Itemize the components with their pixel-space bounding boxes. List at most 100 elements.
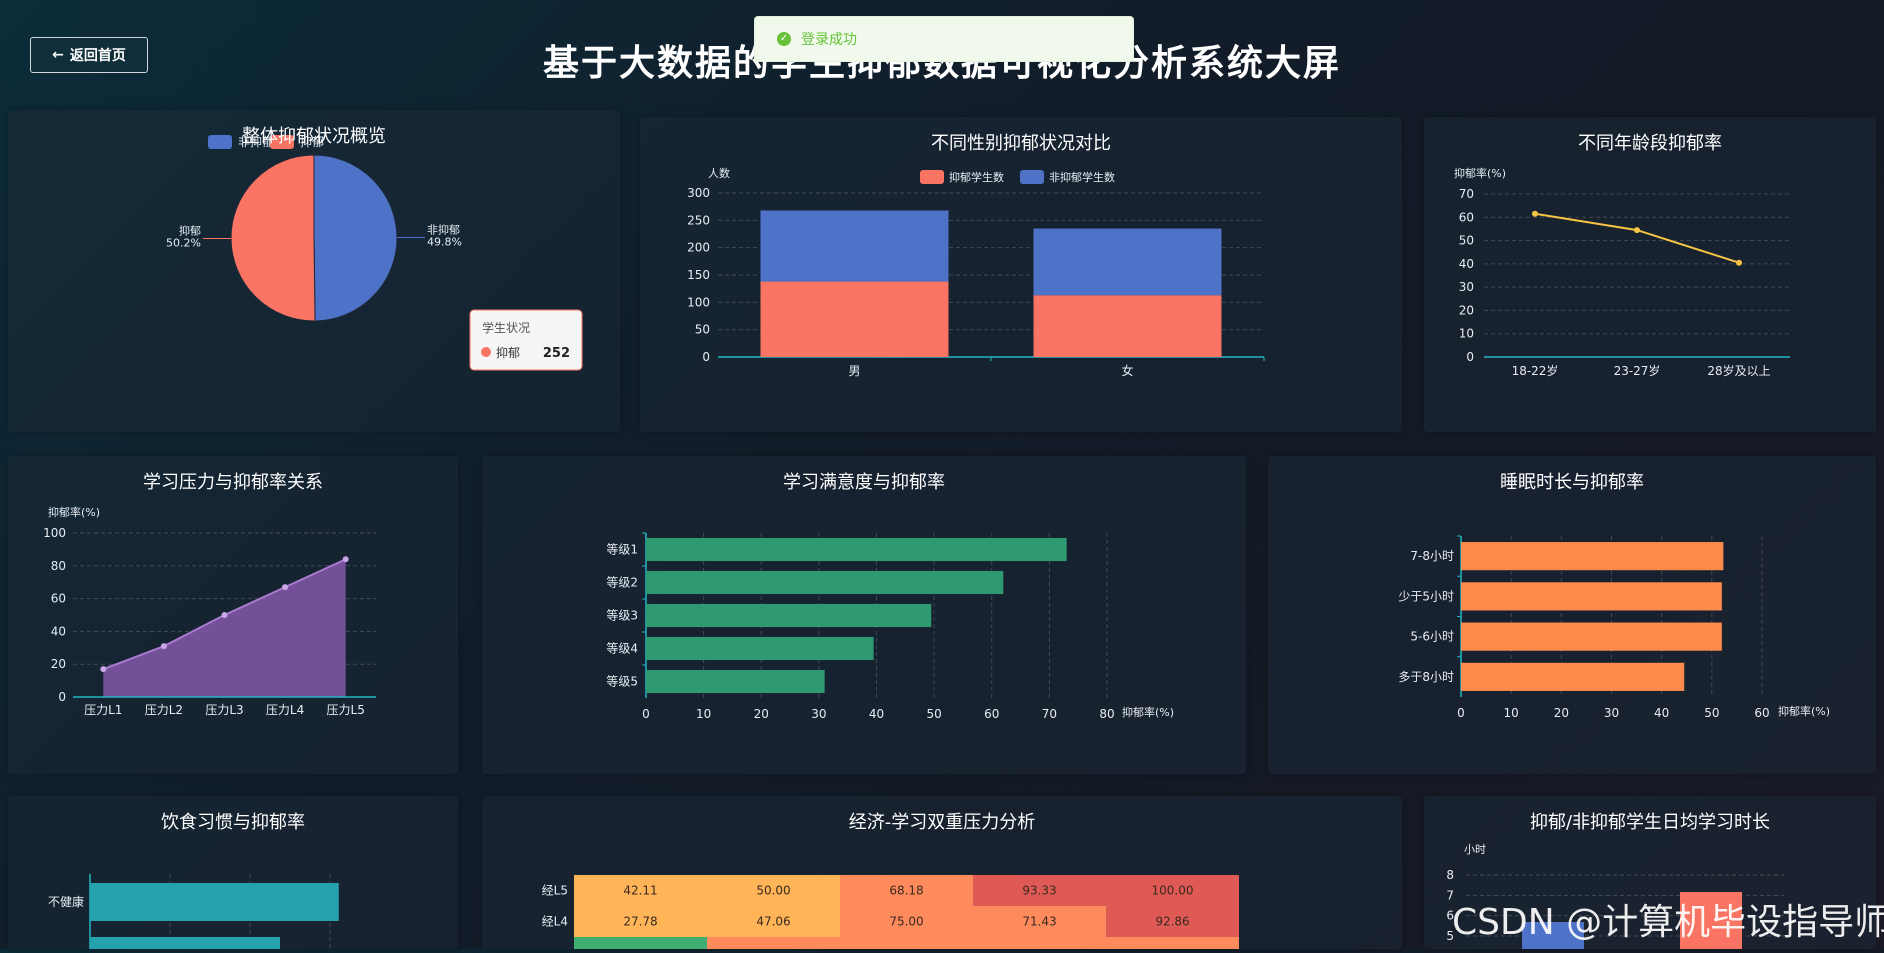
bar [1461,582,1722,610]
pie-slice-2 [231,155,315,321]
pressure-area-chart: 抑郁率(%)020406080100压力L1压力L2压力L3压力L4压力L5 [8,456,458,774]
login-success-toast: ✓ 登录成功 [754,16,1134,62]
x-tick-label: 10 [696,707,711,721]
data-point [100,666,106,672]
y-tick-label: 5-6小时 [1410,630,1454,644]
y-tick-label: 多于8小时 [1398,670,1454,684]
data-point [1634,227,1640,233]
x-tick-label: 女 [1121,363,1133,378]
y-tick-label: 0 [58,690,66,704]
x-tick-label: 80 [1099,707,1114,721]
y-tick-label: 20 [51,657,66,671]
y-tick-label: 250 [687,213,710,227]
check-circle-icon: ✓ [777,32,791,46]
x-tick-label: 压力L4 [266,703,304,717]
heatmap-cell [574,937,707,949]
y-axis-label: 小时 [1464,843,1486,856]
y-tick-label: 80 [51,559,66,573]
watermark: CSDN @计算机毕设指导师 [1452,893,1884,945]
x-tick-label: 40 [869,707,884,721]
tooltip-value: 252 [543,346,570,361]
bar-non-depressed [1034,229,1222,296]
pie-chart: 非抑郁抑郁非抑郁49.8%抑郁50.2%学生状况抑郁252 [8,110,620,432]
panel-age: 不同年龄段抑郁率 抑郁率(%)01020304050607018-22岁23-2… [1424,117,1876,432]
pie-label-percent: 49.8% [427,235,462,248]
bar [646,571,1003,594]
data-point [282,584,288,590]
x-tick-label: 50 [1704,706,1719,720]
y-tick-label: 200 [687,241,710,255]
y-tick-label: 50 [1459,234,1474,248]
age-line-chart: 抑郁率(%)01020304050607018-22岁23-27岁28岁及以上 [1424,117,1876,432]
series-line [1535,214,1739,263]
legend-label: 非抑郁学生数 [1049,170,1115,184]
x-tick-label: 30 [1604,706,1619,720]
x-tick-label: 30 [811,707,826,721]
x-tick-label: 压力L5 [327,703,365,717]
cell-value: 50.00 [756,884,790,898]
panel-overview: 整体抑郁状况概览 非抑郁抑郁非抑郁49.8%抑郁50.2%学生状况抑郁252 [8,110,620,432]
x-tick-label: 23-27岁 [1614,363,1661,378]
panel-economic: 经济-学习双重压力分析 经L542.1150.0068.1893.33100.0… [482,796,1402,949]
y-tick-label: 50 [695,323,710,337]
y-tick-label: 60 [51,592,66,606]
bar [1461,542,1723,570]
x-tick-label: 压力L1 [84,703,122,717]
x-axis-label: 抑郁率(%) [1778,704,1830,718]
bar [1461,663,1684,691]
panel-title: 经济-学习双重压力分析 [482,808,1402,834]
y-tick-label: 20 [1459,303,1474,317]
y-axis-label: 人数 [708,167,730,180]
panel-title: 抑郁/非抑郁学生日均学习时长 [1424,808,1876,834]
panel-title: 不同性别抑郁状况对比 [640,129,1402,155]
panel-gender: 不同性别抑郁状况对比 人数050100150200250300抑郁学生数非抑郁学… [640,117,1402,432]
y-tick-label: 100 [43,526,66,540]
x-tick-label: 压力L2 [145,703,183,717]
x-axis-label: 抑郁率(%) [1122,705,1174,719]
x-tick-label: 10 [1504,706,1519,720]
data-point [1736,260,1742,266]
y-tick-label: 7-8小时 [1410,549,1454,563]
data-point [1532,211,1538,217]
data-point [161,643,167,649]
y-axis-label: 抑郁率(%) [1454,166,1506,180]
panel-title: 学习满意度与抑郁率 [482,468,1246,494]
row-label: 经L4 [542,915,568,929]
panel-satisfaction: 学习满意度与抑郁率 01020304050607080抑郁率(%)等级1等级2等… [482,456,1246,774]
panel-title: 学习压力与抑郁率关系 [8,468,458,494]
y-tick-label: 0 [1466,350,1474,364]
cell-value: 71.43 [1022,915,1056,929]
bar [646,670,825,693]
tooltip-marker [481,347,491,357]
tooltip-title: 学生状况 [482,320,530,335]
toast-text: 登录成功 [801,29,857,49]
pie-label-name: 非抑郁 [427,222,460,236]
area-fill [103,559,345,697]
gender-bar-chart: 人数050100150200250300抑郁学生数非抑郁学生数男女 [640,117,1402,432]
y-tick-label: 150 [687,268,710,282]
x-tick-label: 压力L3 [205,703,243,717]
bar [646,637,874,660]
y-tick-label: 70 [1459,187,1474,201]
y-tick-label: 40 [1459,257,1474,271]
cell-value: 47.06 [756,915,790,929]
y-tick-label: 0 [702,350,710,364]
x-tick-label: 20 [1554,706,1569,720]
panel-sleep: 睡眠时长与抑郁率 0102030405060抑郁率(%)7-8小时少于5小时5-… [1268,456,1876,774]
y-tick-label: 60 [1459,210,1474,224]
cell-value: 93.33 [1022,884,1056,898]
y-tick-label: 40 [51,624,66,638]
cell-value: 42.11 [623,884,657,898]
x-tick-label: 40 [1654,706,1669,720]
y-tick-label: 少于5小时 [1398,589,1454,603]
panel-title: 饮食习惯与抑郁率 [8,808,458,834]
panel-title: 睡眠时长与抑郁率 [1268,468,1876,494]
y-tick-label: 不健康 [48,894,84,909]
bar-depressed [1034,295,1222,357]
panel-title: 不同年龄段抑郁率 [1424,129,1876,155]
cell-value: 100.00 [1152,884,1194,898]
x-tick-label: 0 [642,707,650,721]
x-tick-label: 60 [984,707,999,721]
y-tick-label: 10 [1459,327,1474,341]
bar [646,604,931,627]
